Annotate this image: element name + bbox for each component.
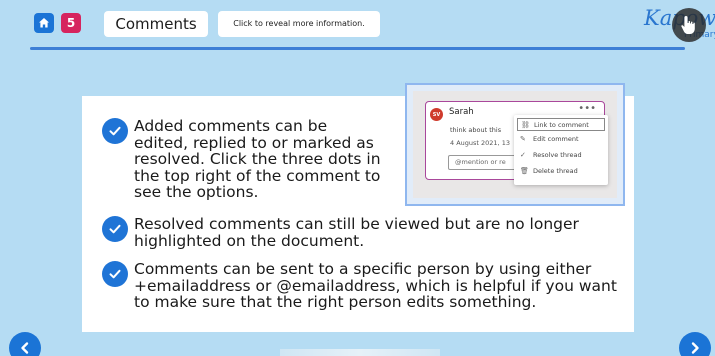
top-bar: 5 Comments Click to reveal more informat… [0, 0, 715, 50]
header-divider [30, 47, 685, 50]
comment-author: Sarah [449, 107, 474, 117]
bullet-text: Resolved comments can still be viewed bu… [134, 215, 579, 250]
menu-item-label: Delete thread [533, 167, 578, 175]
bullet-item: Comments can be sent to a specific perso… [102, 261, 626, 311]
link-icon: ⛓ [521, 120, 530, 129]
menu-item-label: Link to comment [534, 120, 589, 129]
reveal-info-button[interactable]: Click to reveal more information. [218, 11, 380, 37]
pencil-icon: ✎ [520, 135, 526, 143]
checkmark-icon: ✓ [520, 151, 526, 159]
check-icon [102, 261, 128, 287]
page-title: Comments [104, 11, 208, 37]
next-button[interactable] [679, 332, 711, 356]
check-icon [102, 216, 128, 242]
menu-item-delete: 🗑 Delete thread [520, 167, 578, 175]
bullet-text: Comments can be sent to a specific perso… [134, 260, 617, 311]
comment-text: think about this [450, 126, 502, 134]
slide-number-badge: 5 [61, 13, 81, 33]
hand-pointer-icon [681, 16, 695, 34]
menu-item-edit: ✎ Edit comment [520, 135, 579, 143]
comment-date: 4 August 2021, 13 [450, 139, 510, 147]
trash-icon: 🗑 [520, 167, 529, 175]
comment-options-menu: ⛓ Link to comment ✎ Edit comment ✓ Resolve … [514, 115, 608, 185]
bullet-item: Resolved comments can still be viewed bu… [102, 216, 614, 249]
menu-item-label: Edit comment [533, 135, 579, 143]
chevron-right-icon [691, 342, 699, 354]
home-button[interactable] [34, 13, 54, 33]
home-icon [39, 18, 49, 28]
screenshot-background: SV Sarah ••• think about this 4 August 2… [413, 91, 617, 198]
avatar: SV [430, 108, 443, 121]
comment-screenshot: SV Sarah ••• think about this 4 August 2… [405, 83, 625, 206]
menu-item-link: ⛓ Link to comment [517, 118, 605, 131]
pointer-overlay[interactable] [672, 8, 706, 42]
previous-button[interactable] [9, 332, 41, 356]
bullet-item: Added comments can be edited, replied to… [102, 118, 384, 201]
check-icon [102, 118, 128, 144]
more-options-icon: ••• [578, 103, 596, 114]
bottom-decoration [280, 349, 440, 356]
menu-item-resolve: ✓ Resolve thread [520, 151, 582, 159]
bullet-text: Added comments can be edited, replied to… [134, 117, 381, 201]
menu-item-label: Resolve thread [533, 151, 582, 159]
chevron-left-icon [21, 342, 29, 354]
